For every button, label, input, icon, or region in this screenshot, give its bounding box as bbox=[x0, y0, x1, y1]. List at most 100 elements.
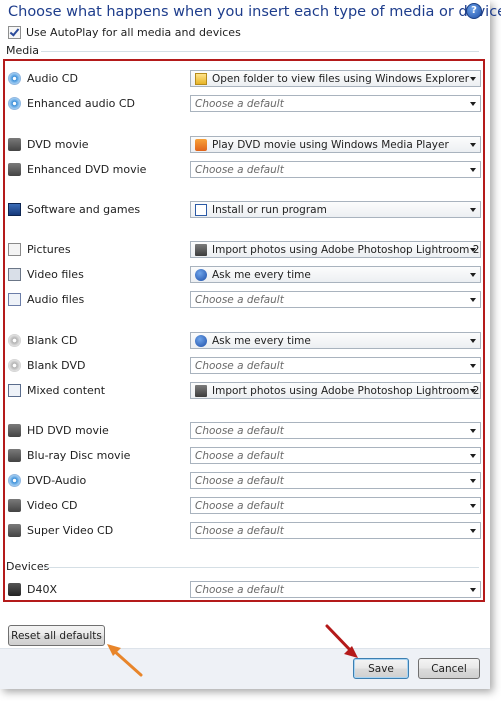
media-row: Mixed content Import photos using Adobe P… bbox=[8, 381, 483, 400]
media-type-label: Audio CD bbox=[27, 72, 78, 85]
media-type-label: DVD movie bbox=[27, 138, 89, 151]
ask-icon bbox=[195, 334, 207, 347]
media-action-dropdown[interactable]: Choose a default bbox=[190, 522, 481, 539]
media-row: DVD movie Play DVD movie using Windows Me… bbox=[8, 135, 483, 154]
media-action-dropdown[interactable]: Choose a default bbox=[190, 447, 481, 464]
dropdown-selected-value: Choose a default bbox=[195, 499, 284, 512]
dropdown-selected-value: Choose a default bbox=[195, 583, 284, 596]
save-button[interactable]: Save bbox=[353, 658, 409, 679]
ask-icon bbox=[195, 268, 207, 281]
lightroom-icon bbox=[195, 243, 207, 256]
media-action-dropdown[interactable]: Import photos using Adobe Photoshop Ligh… bbox=[190, 382, 481, 399]
media-action-dropdown[interactable]: Choose a default bbox=[190, 357, 481, 374]
media-action-dropdown[interactable]: Play DVD movie using Windows Media Playe… bbox=[190, 136, 481, 153]
media-action-dropdown[interactable]: Choose a default bbox=[190, 95, 481, 112]
dropdown-selected-value: Choose a default bbox=[195, 449, 284, 462]
dropdown-selected-value: Import photos using Adobe Photoshop Ligh… bbox=[212, 243, 481, 256]
chevron-down-icon bbox=[470, 77, 476, 81]
camera-icon bbox=[8, 583, 21, 596]
autoplay-dialog: Choose what happens when you insert each… bbox=[0, 0, 501, 689]
pictures-icon bbox=[8, 243, 21, 256]
media-action-dropdown[interactable]: Install or run program bbox=[190, 201, 481, 218]
media-type-label: Super Video CD bbox=[27, 524, 114, 537]
media-row: Audio CD Open folder to view files using … bbox=[8, 69, 483, 88]
device-type-label: D40X bbox=[27, 583, 58, 596]
software-games-icon bbox=[8, 203, 21, 216]
media-row: Blu-ray Disc movie Choose a default bbox=[8, 446, 483, 465]
media-action-dropdown[interactable]: Choose a default bbox=[190, 472, 481, 489]
enhanced-audio-cd-icon bbox=[8, 97, 21, 110]
dropdown-selected-value: Choose a default bbox=[195, 474, 284, 487]
autoplay-checkbox-row[interactable]: Use AutoPlay for all media and devices bbox=[8, 26, 241, 39]
media-type-label: Pictures bbox=[27, 243, 71, 256]
media-row-label-group: DVD-Audio bbox=[8, 474, 188, 487]
media-row: Video files Ask me every time bbox=[8, 265, 483, 284]
media-row: Audio files Choose a default bbox=[8, 290, 483, 309]
chevron-down-icon bbox=[470, 504, 476, 508]
blank-cd-icon bbox=[8, 334, 21, 347]
media-row: Enhanced audio CD Choose a default bbox=[8, 94, 483, 113]
dialog-footer: Save Cancel bbox=[0, 648, 490, 689]
cancel-button[interactable]: Cancel bbox=[418, 658, 480, 679]
install-program-icon bbox=[195, 203, 207, 216]
chevron-down-icon bbox=[470, 454, 476, 458]
autoplay-checkbox[interactable] bbox=[8, 26, 21, 39]
media-type-label: Video files bbox=[27, 268, 84, 281]
media-row: Enhanced DVD movie Choose a default bbox=[8, 160, 483, 179]
media-type-label: Enhanced DVD movie bbox=[27, 163, 147, 176]
media-type-label: DVD-Audio bbox=[27, 474, 87, 487]
video-cd-icon bbox=[8, 499, 21, 512]
chevron-down-icon bbox=[470, 529, 476, 533]
media-action-dropdown[interactable]: Open folder to view files using Windows … bbox=[190, 70, 481, 87]
media-action-dropdown[interactable]: Ask me every time bbox=[190, 266, 481, 283]
hd-dvd-movie-icon bbox=[8, 424, 21, 437]
media-action-dropdown[interactable]: Import photos using Adobe Photoshop Ligh… bbox=[190, 241, 481, 258]
media-type-label: Software and games bbox=[27, 203, 141, 216]
chevron-down-icon bbox=[470, 364, 476, 368]
dropdown-selected-value: Open folder to view files using Windows … bbox=[212, 72, 470, 85]
lightroom-icon bbox=[195, 384, 207, 397]
media-action-dropdown[interactable]: Choose a default bbox=[190, 497, 481, 514]
chevron-down-icon bbox=[470, 143, 476, 147]
blu-ray-disc-icon bbox=[8, 449, 21, 462]
mixed-content-icon bbox=[8, 384, 21, 397]
media-type-label: Audio files bbox=[27, 293, 85, 306]
dropdown-selected-value: Choose a default bbox=[195, 163, 284, 176]
chevron-down-icon bbox=[470, 429, 476, 433]
media-action-dropdown[interactable]: Choose a default bbox=[190, 422, 481, 439]
media-row-label-group: Super Video CD bbox=[8, 524, 188, 537]
dropdown-selected-value: Ask me every time bbox=[212, 268, 311, 281]
media-row-label-group: Video files bbox=[8, 268, 188, 281]
dropdown-selected-value: Choose a default bbox=[195, 293, 284, 306]
audio-cd-icon bbox=[8, 72, 21, 85]
device-row-label-group: D40X bbox=[8, 583, 188, 596]
folder-icon bbox=[195, 72, 207, 85]
dropdown-selected-value: Choose a default bbox=[195, 359, 284, 372]
media-row: Blank DVD Choose a default bbox=[8, 356, 483, 375]
media-row: Pictures Import photos using Adobe Photos… bbox=[8, 240, 483, 259]
media-action-dropdown[interactable]: Choose a default bbox=[190, 291, 481, 308]
chevron-down-icon bbox=[470, 102, 476, 106]
media-row-label-group: Enhanced DVD movie bbox=[8, 163, 188, 176]
media-action-dropdown[interactable]: Choose a default bbox=[190, 161, 481, 178]
device-action-dropdown[interactable]: Choose a default bbox=[190, 581, 481, 598]
media-row-label-group: Software and games bbox=[8, 203, 188, 216]
media-type-label: Blu-ray Disc movie bbox=[27, 449, 131, 462]
dvd-audio-icon bbox=[8, 474, 21, 487]
chevron-down-icon bbox=[470, 208, 476, 212]
super-video-cd-icon bbox=[8, 524, 21, 537]
dvd-movie-icon bbox=[8, 138, 21, 151]
media-row: Software and games Install or run program bbox=[8, 200, 483, 219]
dropdown-selected-value: Choose a default bbox=[195, 97, 284, 110]
chevron-down-icon bbox=[470, 588, 476, 592]
audio-files-icon bbox=[8, 293, 21, 306]
media-action-dropdown[interactable]: Ask me every time bbox=[190, 332, 481, 349]
dialog-title: Choose what happens when you insert each… bbox=[8, 4, 501, 20]
media-row-label-group: Video CD bbox=[8, 499, 188, 512]
help-icon[interactable]: ? bbox=[466, 3, 482, 19]
devices-section-divider bbox=[44, 567, 479, 568]
media-row-label-group: Pictures bbox=[8, 243, 188, 256]
reset-all-defaults-button[interactable]: Reset all defaults bbox=[8, 625, 105, 646]
dropdown-selected-value: Ask me every time bbox=[212, 334, 311, 347]
media-type-label: Blank DVD bbox=[27, 359, 86, 372]
